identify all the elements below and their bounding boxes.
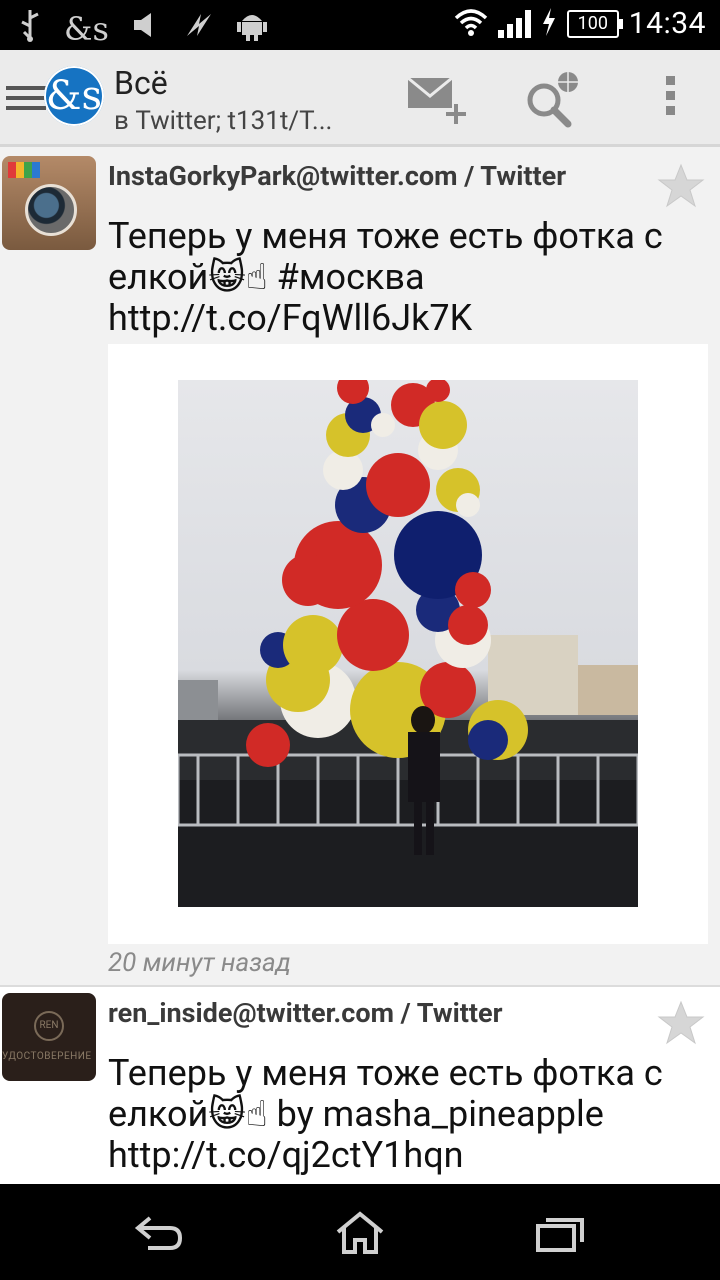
menu-icon[interactable] xyxy=(6,86,46,116)
tweet-author[interactable]: ren_inside@twitter.com / Twitter xyxy=(108,997,502,1029)
search-icon[interactable] xyxy=(522,70,582,130)
compose-icon[interactable] xyxy=(404,70,466,130)
notification-icons: &s xyxy=(18,8,267,50)
account-subtitle: в Twitter; t131t/T... xyxy=(114,106,333,136)
ren-caption: УДОСТОВЕРЕНИЕ xyxy=(2,1051,92,1062)
android-icon xyxy=(236,9,267,49)
system-icons: 100 14:34 xyxy=(454,6,706,41)
list-item[interactable]: REN УДОСТОВЕРЕНИЕ ren_inside@twitter.com… xyxy=(0,987,720,1184)
back-icon[interactable] xyxy=(130,1210,190,1256)
star-icon[interactable] xyxy=(656,162,706,210)
tweet-timestamp: 20 минут назад xyxy=(108,948,292,978)
usb-icon xyxy=(18,8,42,50)
muted-icon xyxy=(131,10,161,48)
avatar[interactable]: REN УДОСТОВЕРЕНИЕ xyxy=(2,993,96,1081)
ren-logo: REN xyxy=(34,1011,64,1041)
ampersand-app-icon: &s xyxy=(64,10,109,48)
page-title: Всё xyxy=(114,64,168,102)
avatar[interactable] xyxy=(2,156,96,250)
status-bar: &s 100 14:34 xyxy=(0,0,720,50)
charging-icon xyxy=(541,7,557,40)
tweet-text: Теперь у меня тоже есть фотка с елкой😸☝ … xyxy=(108,1052,663,1176)
wifi-icon xyxy=(454,8,488,40)
home-icon[interactable] xyxy=(330,1210,390,1256)
action-bar: &s Всё в Twitter; t131t/T... xyxy=(0,50,720,147)
signal-icon xyxy=(497,9,531,38)
timeline[interactable]: InstaGorkyPark@twitter.com / Twitter Теп… xyxy=(0,150,720,1184)
tweet-text: Теперь у меня тоже есть фотка с елкой😸☝ … xyxy=(108,215,663,339)
list-item[interactable]: InstaGorkyPark@twitter.com / Twitter Теп… xyxy=(0,150,720,987)
navigation-bar xyxy=(0,1184,720,1280)
app-logo-icon[interactable]: &s xyxy=(44,66,104,126)
battery-icon: 100 xyxy=(566,9,623,38)
tweet-author[interactable]: InstaGorkyPark@twitter.com / Twitter xyxy=(108,160,566,192)
overflow-icon[interactable] xyxy=(640,70,700,130)
tweet-image[interactable] xyxy=(108,344,708,944)
christmas-tree-photo xyxy=(178,380,638,907)
star-icon[interactable] xyxy=(656,999,706,1047)
flash-icon xyxy=(183,10,215,48)
clock: 14:34 xyxy=(628,6,706,41)
recents-icon[interactable] xyxy=(530,1210,590,1256)
